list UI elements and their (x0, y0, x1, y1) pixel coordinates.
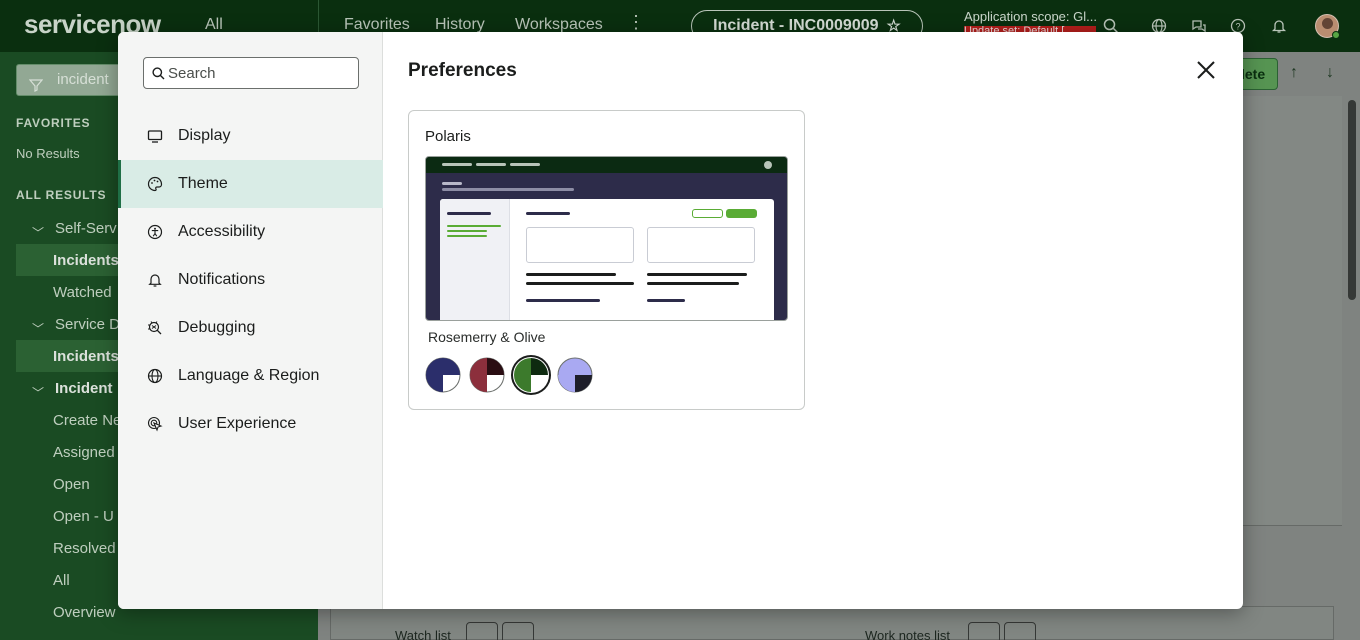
swatch-navy[interactable] (425, 357, 461, 393)
menu-item-label: Theme (178, 175, 228, 192)
globe-icon (146, 367, 164, 385)
monitor-icon (146, 127, 164, 145)
preview-card (647, 227, 755, 263)
preview-line (442, 163, 472, 166)
palette-icon (146, 175, 164, 193)
menu-item-display[interactable]: Display (118, 112, 383, 160)
preview-line (447, 212, 491, 215)
preview-topbar (426, 157, 787, 173)
bug-icon (146, 319, 164, 337)
preview-line (442, 182, 462, 185)
theme-card-polaris[interactable]: Polaris Rosemerry & Olive (408, 110, 805, 410)
menu-item-label: Accessibility (178, 223, 266, 240)
accessibility-icon (146, 223, 164, 241)
preview-secondary-button (692, 209, 723, 218)
preview-line (442, 188, 574, 191)
preview-line (647, 273, 747, 276)
preview-line (447, 225, 501, 227)
menu-item-notifications[interactable]: Notifications (118, 256, 383, 304)
preview-line (526, 299, 600, 302)
menu-item-user-experience[interactable]: User Experience (118, 400, 383, 448)
close-icon (1197, 61, 1215, 79)
theme-card-title: Polaris (425, 128, 471, 145)
preferences-dialog: Display Theme Accessibility Notification… (118, 32, 1243, 609)
theme-variant-name: Rosemerry & Olive (428, 329, 546, 345)
preview-panel (440, 199, 774, 320)
preview-sidebar (440, 199, 510, 320)
preview-line (447, 230, 487, 232)
preview-line (526, 212, 570, 215)
menu-item-label: Debugging (178, 319, 256, 336)
dialog-title: Preferences (408, 60, 517, 81)
preview-avatar (764, 161, 772, 169)
menu-item-theme[interactable]: Theme (118, 160, 383, 208)
close-button[interactable] (1194, 58, 1218, 82)
cursor-click-icon (146, 415, 164, 433)
search-field[interactable] (143, 57, 359, 89)
swatch-burgundy[interactable] (469, 357, 505, 393)
menu-item-label: User Experience (178, 415, 297, 432)
theme-preview (425, 156, 788, 321)
bell-icon (146, 271, 164, 289)
preview-line (647, 282, 739, 285)
preview-line (526, 282, 634, 285)
preview-card (526, 227, 634, 263)
menu-item-label: Display (178, 127, 231, 144)
preferences-sidebar: Display Theme Accessibility Notification… (118, 32, 383, 609)
swatch-rosemerry-olive[interactable] (513, 357, 549, 393)
search-input[interactable] (168, 62, 353, 84)
preview-line (510, 163, 540, 166)
menu-item-debugging[interactable]: Debugging (118, 304, 383, 352)
preview-line (647, 299, 685, 302)
preview-line (476, 163, 506, 166)
menu-item-label: Notifications (178, 271, 266, 288)
menu-item-language-region[interactable]: Language & Region (118, 352, 383, 400)
preview-line (526, 273, 616, 276)
search-icon (152, 67, 165, 85)
preview-primary-button (726, 209, 757, 218)
preview-line (447, 235, 487, 237)
menu-item-accessibility[interactable]: Accessibility (118, 208, 383, 256)
preferences-content: Preferences Polaris Rosemerry & Olive (384, 32, 1243, 609)
menu-item-label: Language & Region (178, 367, 320, 384)
swatch-lavender[interactable] (557, 357, 593, 393)
